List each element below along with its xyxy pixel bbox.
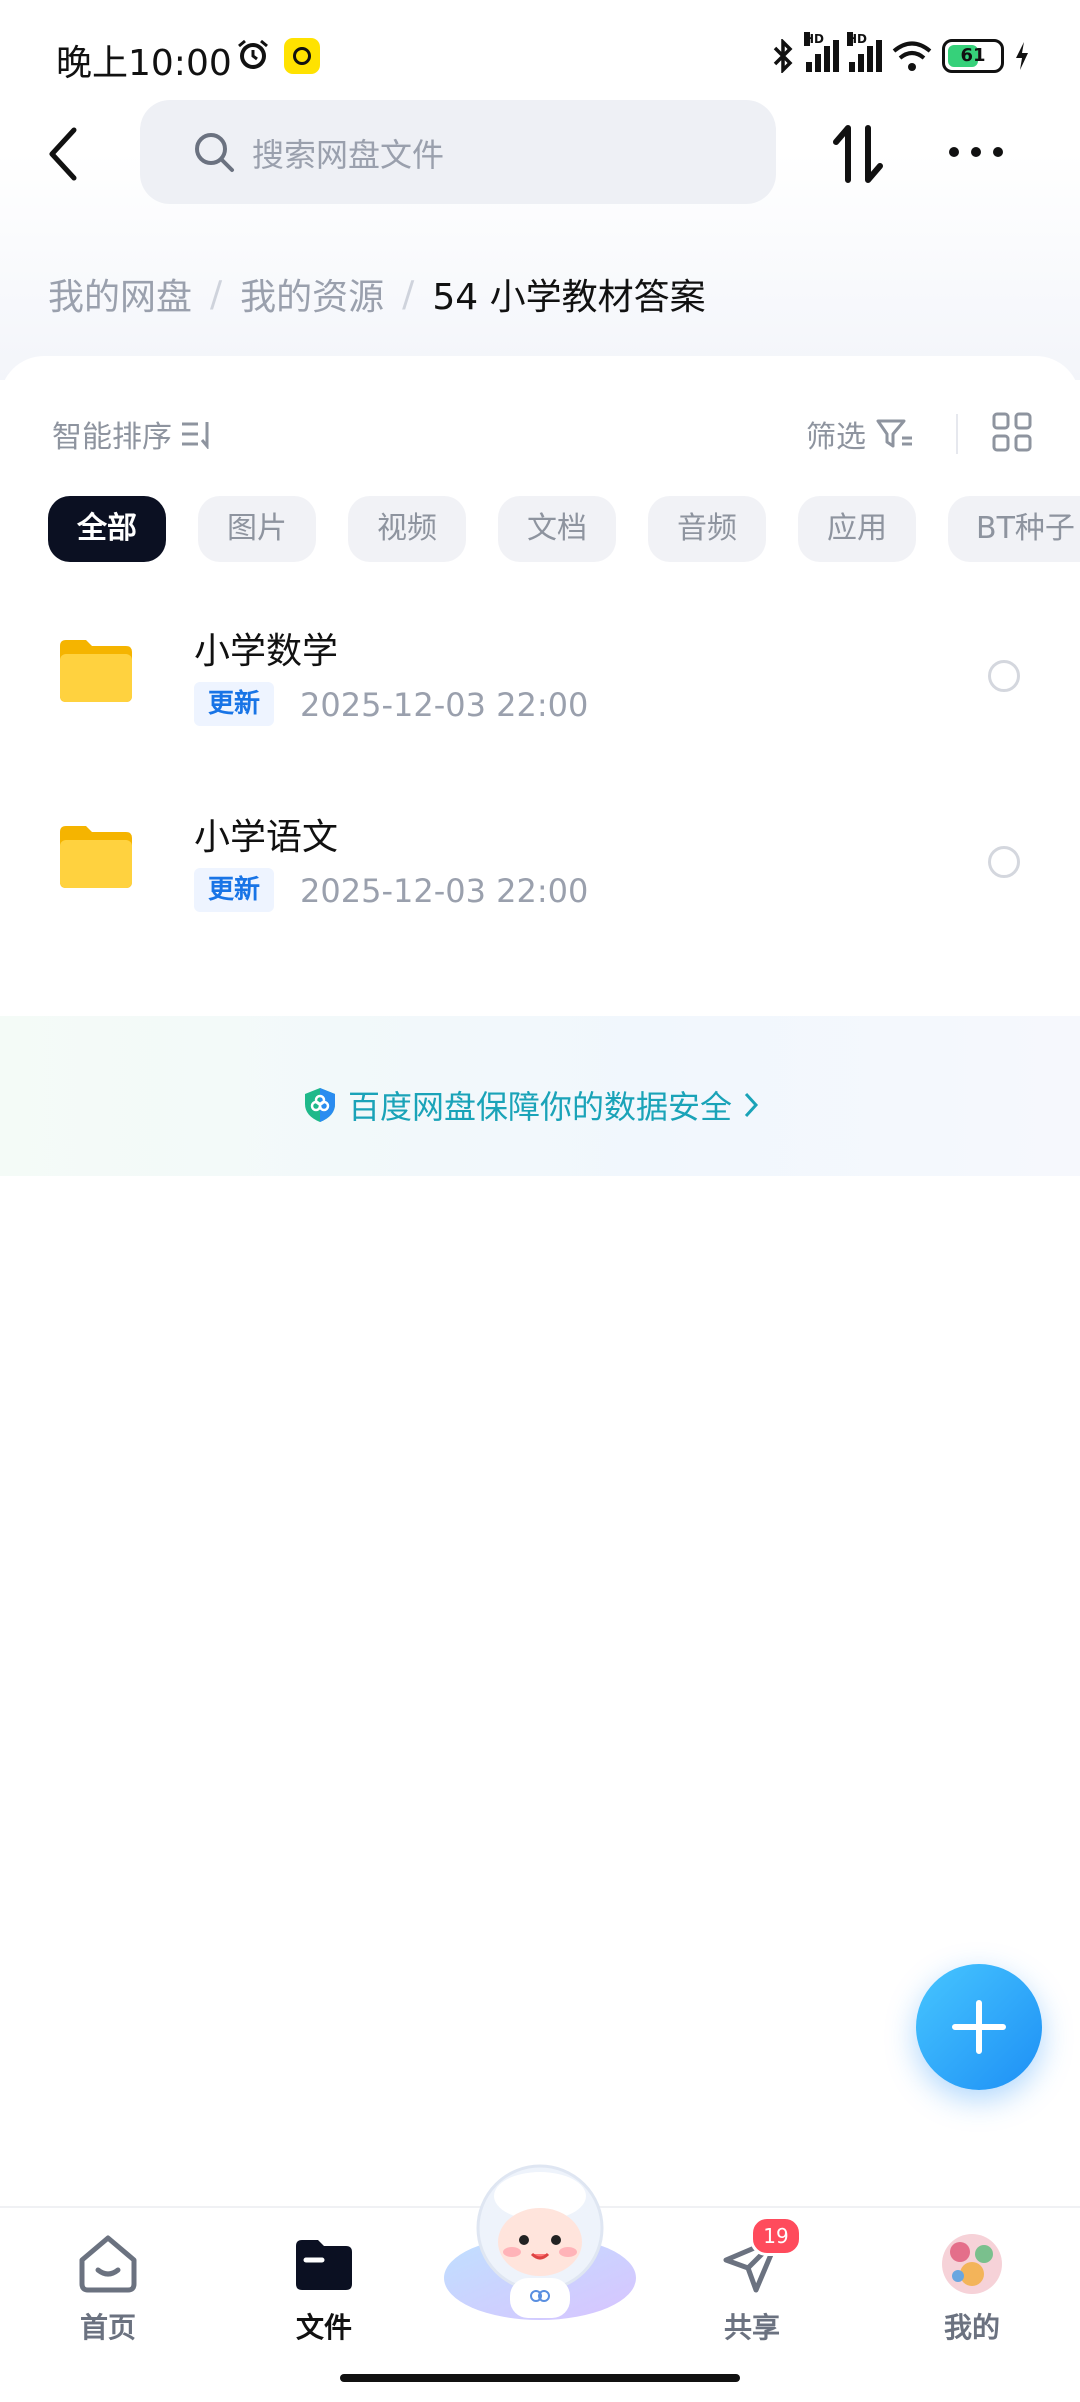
avatar bbox=[942, 2234, 1002, 2294]
security-banner[interactable]: 百度网盘保障你的数据安全 bbox=[0, 1016, 1080, 1176]
chevron-right-icon bbox=[744, 1092, 759, 1118]
folder-icon bbox=[60, 826, 132, 888]
tab-bt-torrent[interactable]: BT种子 bbox=[948, 496, 1080, 562]
signal-icon: HD bbox=[804, 32, 839, 72]
list-item[interactable]: 小学数学 更新 2025-12-03 22:00 bbox=[0, 600, 1080, 750]
select-radio[interactable] bbox=[988, 660, 1020, 692]
files-icon bbox=[296, 2240, 352, 2290]
tab-documents[interactable]: 文档 bbox=[498, 496, 616, 562]
tab-apps[interactable]: 应用 bbox=[798, 496, 916, 562]
breadcrumb-separator: / bbox=[402, 273, 415, 315]
transfer-icon[interactable] bbox=[830, 122, 886, 186]
status-time: 晚上10:00 bbox=[56, 43, 232, 84]
signal-icon-2: HD bbox=[847, 32, 882, 72]
breadcrumb-item[interactable]: 我的网盘 bbox=[48, 268, 192, 320]
category-tabs: 全部 图片 视频 文档 音频 应用 BT种子 bbox=[48, 496, 1080, 562]
nav-home-label: 首页 bbox=[79, 2311, 136, 2344]
status-right: HD HD 61 bbox=[770, 32, 1030, 76]
security-link[interactable]: 百度网盘保障你的数据安全 bbox=[302, 1082, 760, 1128]
search-placeholder: 搜索网盘文件 bbox=[252, 136, 445, 174]
file-date: 2025-12-03 22:00 bbox=[300, 686, 589, 724]
nav-home[interactable]: 首页 bbox=[48, 2232, 168, 2346]
charging-icon bbox=[1016, 42, 1028, 70]
filter-button[interactable]: 筛选 bbox=[806, 412, 914, 456]
nav-share[interactable]: 19 共享 bbox=[692, 2216, 812, 2346]
home-icon bbox=[79, 2235, 137, 2293]
share-badge: 19 bbox=[750, 2216, 802, 2256]
folder-icon bbox=[60, 640, 132, 702]
file-date: 2025-12-03 22:00 bbox=[300, 872, 589, 910]
nav-files-label: 文件 bbox=[295, 2311, 352, 2344]
filter-icon bbox=[876, 419, 912, 448]
security-text: 百度网盘保障你的数据安全 bbox=[348, 1088, 733, 1126]
file-name: 小学语文 bbox=[194, 817, 339, 858]
list-toolbar: 智能排序 筛选 bbox=[52, 406, 1032, 466]
nav-me[interactable]: 我的 bbox=[912, 2232, 1032, 2346]
breadcrumb-current: 54 小学教材答案 bbox=[432, 277, 706, 318]
file-name: 小学数学 bbox=[194, 631, 339, 672]
status-bar: 晚上10:00 HD HD 61 bbox=[0, 0, 1080, 110]
alarm-icon bbox=[238, 39, 268, 69]
add-button[interactable] bbox=[916, 1964, 1042, 2090]
select-radio[interactable] bbox=[988, 846, 1020, 878]
bluetooth-icon bbox=[773, 39, 793, 73]
home-indicator bbox=[340, 2374, 740, 2382]
back-icon[interactable] bbox=[44, 124, 84, 184]
shield-icon bbox=[305, 1088, 335, 1122]
tab-audio[interactable]: 音频 bbox=[648, 496, 766, 562]
battery-icon: 61 bbox=[942, 39, 1004, 73]
filter-label: 筛选 bbox=[806, 420, 866, 455]
wifi-icon bbox=[892, 41, 932, 71]
smart-sort-label: 智能排序 bbox=[52, 420, 172, 455]
breadcrumb: 我的网盘 / 我的资源 / 54 小学教材答案 bbox=[48, 268, 706, 320]
app-notification-icon bbox=[284, 38, 320, 74]
more-icon[interactable] bbox=[946, 140, 1006, 164]
update-tag: 更新 bbox=[194, 682, 275, 726]
tab-videos[interactable]: 视频 bbox=[348, 496, 466, 562]
smart-sort-button[interactable]: 智能排序 bbox=[52, 412, 214, 456]
nav-share-label: 共享 bbox=[723, 2311, 780, 2344]
tab-all[interactable]: 全部 bbox=[48, 496, 166, 562]
sort-order-icon bbox=[182, 422, 209, 449]
search-input[interactable]: 搜索网盘文件 bbox=[140, 100, 776, 204]
update-tag: 更新 bbox=[194, 868, 275, 912]
search-icon bbox=[195, 133, 234, 172]
divider bbox=[956, 414, 958, 454]
nav-files[interactable]: 文件 bbox=[264, 2232, 384, 2346]
plus-icon bbox=[952, 2000, 1006, 2054]
list-item[interactable]: 小学语文 更新 2025-12-03 22:00 bbox=[0, 786, 1080, 936]
grid-view-icon[interactable] bbox=[992, 412, 1032, 452]
breadcrumb-separator: / bbox=[210, 273, 223, 315]
mascot-assistant-icon[interactable] bbox=[440, 2156, 640, 2326]
nav-me-label: 我的 bbox=[943, 2311, 1000, 2344]
breadcrumb-item[interactable]: 我的资源 bbox=[240, 268, 384, 320]
tab-images[interactable]: 图片 bbox=[198, 496, 316, 562]
